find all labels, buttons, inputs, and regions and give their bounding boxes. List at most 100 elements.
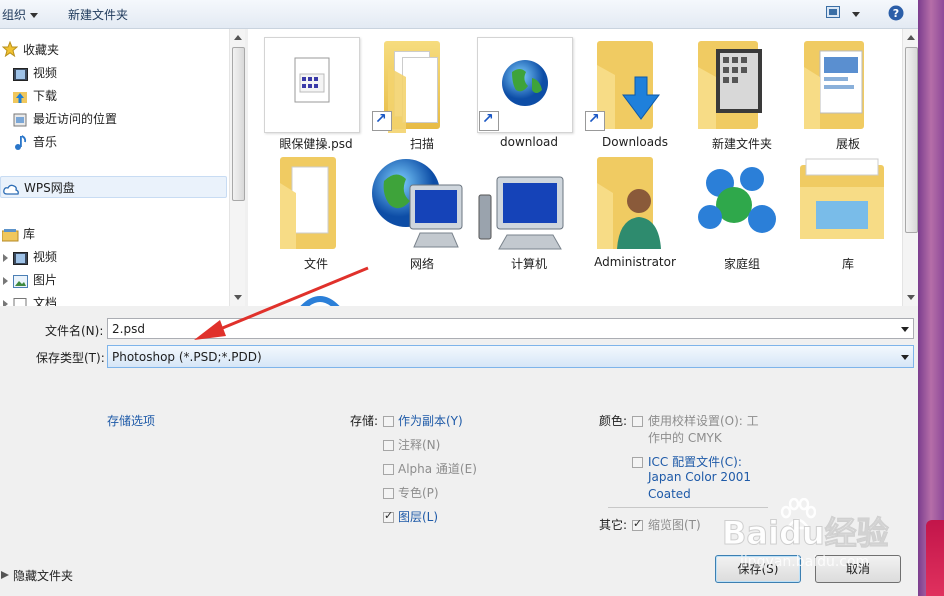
file-name: 家庭组 [723,257,760,271]
file-name: 展板 [835,137,860,151]
icc-profile-label: ICC 配置文件(C): [648,455,742,469]
watermark-text: Baidu经验 [722,514,890,553]
view-options-button[interactable] [826,6,860,21]
expand-arrow-icon[interactable] [3,254,8,262]
icc-profile-checkbox[interactable] [632,457,643,468]
shortcut-arrow-icon [372,111,392,131]
user-folder-icon [597,157,661,249]
icc-profile-name: Japan Color 2001 [648,470,751,484]
file-item[interactable]: 文件 [264,157,368,275]
chevron-down-icon [30,13,39,18]
nav-item-music[interactable]: 音乐 [0,131,229,153]
pictures-icon [13,273,28,288]
layers-checkbox[interactable] [383,509,394,523]
toolbar: 组织 新建文件夹 ? [0,0,918,29]
psd-file-icon [294,57,330,103]
chevron-down-icon[interactable] [901,327,909,332]
filename-label: 文件名(N): [45,324,104,338]
collapse-arrow-icon[interactable] [0,570,10,580]
file-type-value: Photoshop (*.PSD;*.PDD) [112,350,262,364]
file-item[interactable]: 新建文件夹 [690,37,794,155]
file-item[interactable]: 眼保健操.psd [264,37,368,155]
background-decoration [926,520,944,596]
new-folder-button[interactable]: 新建文件夹 [68,6,128,23]
alpha-label: Alpha 通道(E) [398,462,477,476]
file-name: 网络 [409,257,434,271]
nav-favorites[interactable]: 收藏夹 [0,39,229,61]
save-group-label: 存储: [350,414,379,428]
notes-label: 注释(N) [398,438,441,452]
file-item[interactable]: Downloads [583,37,687,155]
help-button[interactable]: ? [888,5,904,24]
file-item[interactable]: 家庭组 [690,157,794,275]
music-icon [13,135,28,150]
help-icon: ? [888,5,904,21]
notes-checkbox[interactable] [383,440,394,451]
color-group-label: 颜色: [599,414,628,428]
download-folder-icon [13,89,28,103]
scrollbar-thumb[interactable] [232,47,245,201]
file-name: Downloads [602,135,668,149]
watermark-subtext: jingyan.baidu.com [740,554,870,570]
thumbnail-checkbox[interactable] [632,517,643,531]
file-item[interactable]: 库 [796,157,900,275]
computer-icon [478,176,564,250]
documents-icon [13,296,28,306]
nav-item-wps-cloud[interactable]: WPS网盘 [0,176,227,198]
file-list-scrollbar[interactable] [902,29,918,306]
nav-label: 库 [23,227,36,241]
file-item[interactable]: 网络 [370,157,474,275]
nav-libraries[interactable]: 库 [0,223,229,245]
spot-checkbox[interactable] [383,488,394,499]
chevron-down-icon [851,12,860,17]
svg-text:?: ? [893,7,899,20]
file-item[interactable]: download [477,37,581,155]
nav-item-recent[interactable]: 最近访问的位置 [0,108,229,130]
as-copy-label: 作为副本(Y) [398,414,463,428]
nav-item-downloads[interactable]: 下载 [0,85,229,107]
scroll-down-icon[interactable] [907,295,915,300]
nav-label: WPS网盘 [24,181,75,195]
folder-icon [698,41,762,129]
storage-options-link[interactable]: 存储选项 [107,412,155,429]
file-name: 库 [841,257,854,271]
annotation-arrow [194,266,369,340]
alpha-checkbox[interactable] [383,464,394,475]
file-type-select[interactable]: Photoshop (*.PSD;*.PDD) [107,345,914,368]
proof-setup-label-2: 作中的 CMYK [648,431,722,445]
scroll-up-icon[interactable] [907,35,915,40]
proof-setup-checkbox[interactable] [632,416,643,427]
filename-value: 2.psd [112,322,145,336]
video-icon [13,250,28,265]
file-item[interactable]: 计算机 [477,157,581,275]
file-item[interactable]: 展板 [796,37,900,155]
file-item[interactable]: Administrator [583,157,687,275]
network-icon [372,159,463,248]
as-copy-checkbox[interactable] [383,416,394,427]
organize-button[interactable]: 组织 [2,6,39,23]
view-icon [826,6,840,18]
nav-item-videos[interactable]: 视频 [0,62,229,84]
file-name: 眼保健操.psd [279,137,353,151]
folder-icon [804,41,864,129]
file-type-label: 保存类型(T): [36,351,105,365]
spot-label: 专色(P) [398,486,439,500]
nav-label: 图片 [33,273,58,287]
cloud-icon [3,181,19,195]
proof-setup-label: 使用校样设置(O): 工 [648,414,759,428]
homegroup-icon [698,167,776,233]
file-name: 扫描 [409,137,434,151]
star-icon [1,40,19,58]
video-icon [13,66,28,81]
expand-arrow-icon[interactable] [3,300,8,306]
background-window-edge [918,0,944,596]
nav-label: 文档 [33,296,58,306]
chevron-down-icon[interactable] [901,355,909,360]
nav-label: 音乐 [33,135,58,149]
scroll-up-icon[interactable] [234,35,242,40]
hide-folders-button[interactable]: 隐藏文件夹 [13,567,73,584]
expand-arrow-icon[interactable] [3,277,8,285]
baidu-watermark: Baidu经验 jingyan.baidu.com [722,494,902,580]
scrollbar-thumb[interactable] [905,47,918,233]
file-item[interactable]: 扫描 [370,37,474,155]
